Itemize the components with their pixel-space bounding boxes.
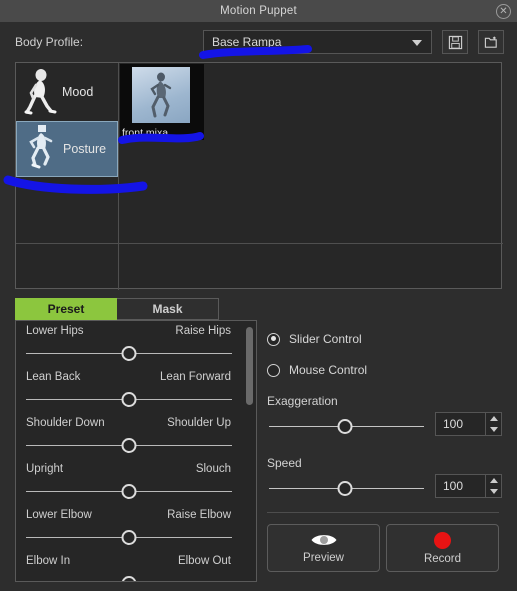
slider-row: Upright Slouch [16,459,256,505]
slider-label-left: Shoulder Down [26,417,105,429]
thumbnail-caption: front mixa... [122,127,177,139]
record-button[interactable]: Record [386,524,499,572]
folder-open-icon [484,35,497,48]
walking-figure-icon [24,69,57,115]
body-profile-label: Body Profile: [15,35,84,49]
slider-list-scrollbar[interactable] [246,327,253,577]
slider-handle[interactable] [121,530,137,545]
slider-handle[interactable] [121,438,137,453]
category-item-mood[interactable]: Mood [16,64,118,120]
exaggeration-label: Exaggeration [267,394,338,408]
stepper-down-button[interactable] [486,486,501,497]
exaggeration-value: 100 [443,417,464,431]
radio-label: Slider Control [289,332,362,346]
slider-label-left: Lower Hips [26,325,84,337]
slider-label-right: Raise Elbow [167,509,231,521]
close-icon[interactable]: ✕ [496,4,511,19]
slider-label-left: Upright [26,463,64,475]
slider-handle[interactable] [337,481,353,496]
slider-label-left: Lean Back [26,371,81,383]
chevron-down-icon [412,40,422,46]
slider-handle[interactable] [121,576,137,581]
stepper-up-button[interactable] [486,475,501,486]
radio-label: Mouse Control [289,363,368,377]
thumbnail-item[interactable]: front mixa... [120,64,204,140]
preview-label: Preview [303,552,344,564]
tab-preset[interactable]: Preset [15,298,117,320]
load-profile-button[interactable] [478,30,504,54]
slider-handle[interactable] [337,419,353,434]
preset-slider-list: Lower Hips Raise Hips Lean Back Lean For… [15,320,257,582]
slider-row: Lower Hips Raise Hips [16,321,256,367]
slider-label-left: Lower Elbow [26,509,92,521]
slider-label-right: Raise Hips [175,325,231,337]
motion-puppet-window: Motion Puppet ✕ Body Profile: Base Rampa [0,0,517,591]
scrollbar-thumb[interactable] [246,327,253,405]
record-dot-icon [434,531,451,549]
slider-row: Shoulder Down Shoulder Up [16,413,256,459]
category-item-posture[interactable]: Posture [16,121,118,177]
radio-off-icon [267,363,280,377]
divider [267,512,499,513]
radio-on-icon [267,332,280,346]
slider-handle[interactable] [121,484,137,499]
triangle-down-icon [489,427,498,432]
character-pose-thumbnail [132,67,190,123]
exaggeration-slider[interactable] [267,418,427,436]
body-profile-value: Base Rampa [212,35,282,49]
stepper-arrows[interactable] [485,413,501,435]
title-bar: Motion Puppet ✕ [0,0,517,22]
radio-mouse-control[interactable]: Mouse Control [267,363,367,377]
floppy-disk-icon [448,35,462,49]
slider-label-right: Slouch [195,463,231,475]
profile-browser-panel: Mood Posture front mixa... [15,62,503,290]
window-title: Motion Puppet [220,5,297,17]
category-label: Posture [63,142,107,156]
preview-button[interactable]: Preview [267,524,380,572]
triangle-down-icon [489,489,498,494]
slider-label-right: Shoulder Up [167,417,231,429]
stepper-up-button[interactable] [486,413,501,424]
save-profile-button[interactable] [442,30,468,54]
eye-icon [311,535,336,545]
slider-handle[interactable] [121,392,137,407]
control-options-panel: Slider Control Mouse Control Exaggeratio… [262,320,502,582]
speed-group: Speed 100 [267,456,502,498]
slider-row: Elbow In Elbow Out [16,551,256,581]
slider-row: Lower Elbow Raise Elbow [16,505,256,551]
slider-label-left: Elbow In [26,555,71,567]
triangle-up-icon [489,416,498,421]
tab-mask[interactable]: Mask [117,298,219,320]
category-label: Mood [62,85,94,99]
radio-slider-control[interactable]: Slider Control [267,332,362,346]
slider-label-right: Lean Forward [160,371,231,383]
thumbnail-figure-icon [150,72,172,118]
record-label: Record [423,552,462,565]
slider-label-right: Elbow Out [177,555,231,567]
column-divider [118,63,119,290]
slider-row: Lean Back Lean Forward [16,367,256,413]
speed-value: 100 [443,479,464,493]
stepper-down-button[interactable] [486,424,501,435]
stepper-arrows[interactable] [485,475,501,497]
speed-slider[interactable] [267,480,427,498]
speed-label: Speed [267,456,302,470]
exaggeration-stepper[interactable]: 100 [435,412,502,436]
triangle-up-icon [489,478,498,483]
speed-stepper[interactable]: 100 [435,474,502,498]
slider-handle[interactable] [121,346,137,361]
row-divider [16,243,503,244]
exaggeration-group: Exaggeration 100 [267,394,502,436]
preset-mask-tabs: Preset Mask [15,298,219,320]
running-figure-icon [29,125,53,169]
body-profile-select[interactable]: Base Rampa [203,30,432,54]
